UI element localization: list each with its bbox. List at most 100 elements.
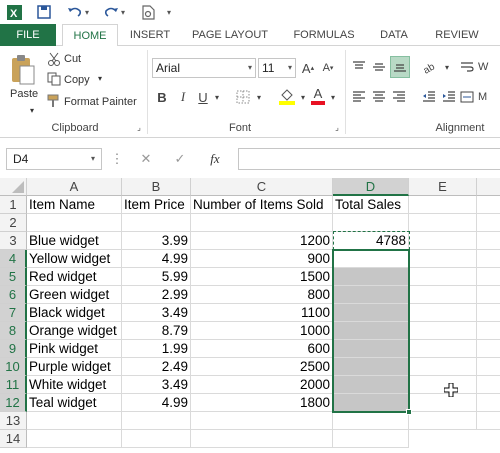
cell-item-price[interactable]: 3.99 xyxy=(122,232,191,250)
align-center-icon[interactable] xyxy=(370,88,388,106)
increase-indent-icon[interactable] xyxy=(440,88,458,106)
cell-c14[interactable] xyxy=(191,430,333,448)
cell-item-price[interactable]: 5.99 xyxy=(122,268,191,286)
orientation-icon[interactable]: ab xyxy=(420,58,442,76)
align-right-icon[interactable] xyxy=(390,88,408,106)
cell-items-sold[interactable]: 1500 xyxy=(191,268,333,286)
cell-item-name[interactable]: Red widget xyxy=(27,268,122,286)
copy-icon[interactable] xyxy=(46,72,62,86)
cell-item-price[interactable]: 3.49 xyxy=(122,376,191,394)
fill-handle[interactable] xyxy=(406,409,412,415)
column-header-b[interactable]: B xyxy=(122,178,191,196)
cell-a2[interactable] xyxy=(27,214,122,232)
cell-item-price[interactable]: 2.49 xyxy=(122,358,191,376)
format-painter-icon[interactable] xyxy=(46,94,62,108)
tab-formulas[interactable]: FORMULAS xyxy=(286,24,362,46)
row-header-6[interactable]: 6 xyxy=(0,286,27,304)
row-header-7[interactable]: 7 xyxy=(0,304,27,322)
font-launcher-icon[interactable]: ⌟ xyxy=(332,122,342,132)
fill-color-icon[interactable] xyxy=(278,86,296,106)
formula-input[interactable] xyxy=(238,148,500,170)
tab-insert[interactable]: INSERT xyxy=(124,24,176,46)
cell-c13[interactable] xyxy=(191,412,333,430)
orientation-dropdown-icon[interactable]: ▾ xyxy=(442,58,452,76)
align-top-icon[interactable] xyxy=(350,58,368,76)
underline-button[interactable]: U xyxy=(196,88,210,106)
cell-b14[interactable] xyxy=(122,430,191,448)
cell-b13[interactable] xyxy=(122,412,191,430)
cell-item-price[interactable]: 4.99 xyxy=(122,250,191,268)
cell-item-name[interactable]: White widget xyxy=(27,376,122,394)
empty-column-f[interactable] xyxy=(477,232,500,430)
row-header-13[interactable]: 13 xyxy=(0,412,27,430)
cell-d2[interactable] xyxy=(333,214,409,232)
cell-total-sales[interactable] xyxy=(333,286,409,304)
row-header-3[interactable]: 3 xyxy=(0,232,27,250)
copy-button[interactable]: Copy xyxy=(64,74,90,86)
cell-total-sales[interactable] xyxy=(333,322,409,340)
cell-b1[interactable]: Item Price xyxy=(122,196,191,214)
row-header-9[interactable]: 9 xyxy=(0,340,27,358)
tab-home[interactable]: HOME xyxy=(62,24,118,47)
row-header-1[interactable]: 1 xyxy=(0,196,27,214)
cell-total-sales[interactable] xyxy=(333,358,409,376)
paste-button[interactable]: Paste xyxy=(10,88,38,100)
paste-icon[interactable] xyxy=(8,52,38,88)
cell-items-sold[interactable]: 1100 xyxy=(191,304,333,322)
column-header-c[interactable]: C xyxy=(191,178,333,196)
cell-item-price[interactable]: 4.99 xyxy=(122,394,191,412)
cell-total-sales[interactable] xyxy=(333,304,409,322)
cell-item-name[interactable]: Orange widget xyxy=(27,322,122,340)
cell-items-sold[interactable]: 900 xyxy=(191,250,333,268)
excel-logo-icon[interactable]: X xyxy=(6,3,22,21)
customize-toolbar-icon[interactable]: ▾ xyxy=(164,3,174,21)
row-header-12[interactable]: 12 xyxy=(0,394,27,412)
cell-items-sold[interactable]: 1000 xyxy=(191,322,333,340)
cell-item-price[interactable]: 2.99 xyxy=(122,286,191,304)
cell-item-name[interactable]: Teal widget xyxy=(27,394,122,412)
clipboard-launcher-icon[interactable]: ⌟ xyxy=(134,122,144,132)
cell-item-name[interactable]: Purple widget xyxy=(27,358,122,376)
cell-total-sales[interactable] xyxy=(333,376,409,394)
cell-item-price[interactable]: 8.79 xyxy=(122,322,191,340)
cell-items-sold[interactable]: 1200 xyxy=(191,232,333,250)
cell-c1[interactable]: Number of Items Sold xyxy=(191,196,333,214)
cut-button[interactable]: Cut xyxy=(64,53,81,65)
font-color-icon[interactable]: A xyxy=(310,86,326,106)
cell-items-sold[interactable]: 600 xyxy=(191,340,333,358)
cut-icon[interactable] xyxy=(46,52,62,66)
select-all-corner[interactable] xyxy=(0,178,27,196)
tab-page-layout[interactable]: PAGE LAYOUT xyxy=(188,24,272,46)
cell-item-price[interactable]: 3.49 xyxy=(122,304,191,322)
cell-d13[interactable] xyxy=(333,412,409,430)
cell-items-sold[interactable]: 800 xyxy=(191,286,333,304)
cell-d14[interactable] xyxy=(333,430,409,448)
cell-c2[interactable] xyxy=(191,214,333,232)
column-header-a[interactable]: A xyxy=(27,178,122,196)
underline-dropdown-icon[interactable]: ▾ xyxy=(212,88,222,106)
cell-items-sold[interactable]: 2500 xyxy=(191,358,333,376)
align-middle-icon[interactable] xyxy=(370,58,388,76)
fill-color-dropdown-icon[interactable]: ▾ xyxy=(298,88,308,106)
bold-button[interactable]: B xyxy=(154,88,170,106)
cell-items-sold[interactable]: 1800 xyxy=(191,394,333,412)
cell-f1[interactable] xyxy=(477,196,500,214)
name-box[interactable]: D4 ▾ xyxy=(6,148,102,170)
cell-item-name[interactable]: Black widget xyxy=(27,304,122,322)
more-icon[interactable]: ⋮ xyxy=(111,151,124,166)
copy-dropdown-icon[interactable]: ▾ xyxy=(98,74,102,83)
shrink-font-icon[interactable]: A ▾ xyxy=(320,59,336,77)
enter-icon[interactable]: ✓ xyxy=(170,150,190,168)
tab-file[interactable]: FILE xyxy=(0,24,56,46)
wrap-text-button[interactable]: W xyxy=(460,58,500,76)
column-header-e[interactable]: E xyxy=(409,178,477,196)
font-color-dropdown-icon[interactable]: ▾ xyxy=(328,88,338,106)
borders-dropdown-icon[interactable]: ▾ xyxy=(254,88,264,106)
cell-item-name[interactable]: Blue widget xyxy=(27,232,122,250)
decrease-indent-icon[interactable] xyxy=(420,88,438,106)
format-painter-button[interactable]: Format Painter xyxy=(64,96,137,108)
italic-button[interactable]: I xyxy=(176,88,190,106)
align-bottom-icon[interactable] xyxy=(390,56,410,78)
cell-b2[interactable] xyxy=(122,214,191,232)
insert-function-icon[interactable]: fx xyxy=(204,150,226,168)
